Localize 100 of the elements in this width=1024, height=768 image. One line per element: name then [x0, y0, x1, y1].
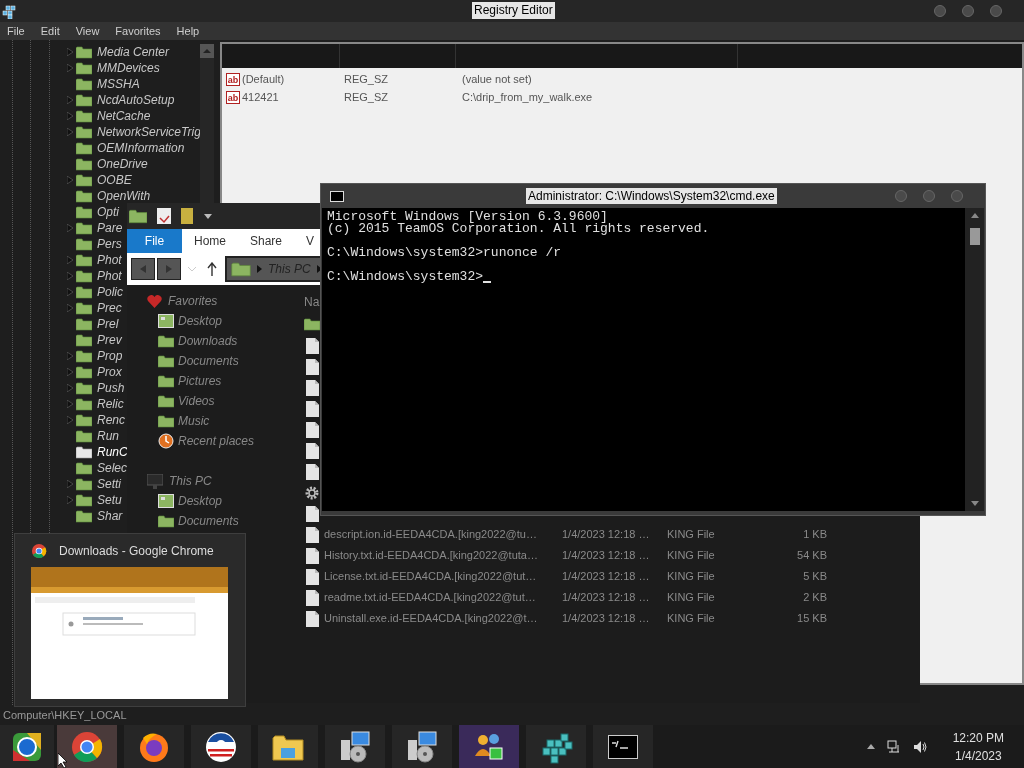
tree-item[interactable]: Pers	[97, 235, 122, 253]
window-control-button[interactable]	[962, 5, 974, 17]
menu-item[interactable]: File	[7, 22, 25, 40]
expand-arrow-icon[interactable]	[67, 416, 73, 424]
expand-arrow-icon[interactable]	[67, 480, 73, 488]
dropdown-icon[interactable]	[203, 212, 213, 220]
tree-item[interactable]: Shar	[97, 507, 123, 525]
tree-item[interactable]: OOBE	[97, 171, 132, 189]
nav-item[interactable]: Music	[178, 412, 210, 430]
file-name[interactable]: History.txt.id-EEDA4CDA.[king2022@tuta…	[324, 547, 562, 564]
tree-item[interactable]: Phot	[97, 251, 122, 269]
taskbar-button[interactable]	[325, 725, 385, 768]
menu-item[interactable]: Help	[176, 22, 200, 40]
menu-item[interactable]: View	[75, 22, 100, 40]
menu-item[interactable]: Edit	[40, 22, 60, 40]
window-control-button[interactable]	[934, 5, 946, 17]
tree-item[interactable]: NcdAutoSetup	[97, 91, 175, 109]
nav-item[interactable]: Desktop	[178, 492, 223, 510]
expand-arrow-icon[interactable]	[67, 128, 73, 136]
tree-item[interactable]: OEMInformation	[97, 139, 185, 157]
nav-item[interactable]: Desktop	[178, 312, 223, 330]
up-arrow-icon[interactable]	[207, 262, 217, 276]
tree-item[interactable]: RunC	[97, 443, 128, 461]
expand-arrow-icon[interactable]	[67, 64, 73, 72]
window-preview-popup[interactable]: Downloads - Google Chrome	[14, 533, 246, 707]
taskbar-button[interactable]	[459, 725, 519, 768]
clock[interactable]: 12:20 PM 1/4/2023	[952, 728, 1004, 765]
taskbar-button[interactable]	[526, 725, 586, 768]
file-name[interactable]: Uninstall.exe.id-EEDA4CDA.[king2022@t…	[324, 610, 562, 627]
expand-arrow-icon[interactable]	[67, 224, 73, 232]
column-header[interactable]: Na	[304, 292, 320, 311]
network-icon[interactable]	[886, 739, 901, 754]
scroll-up-icon[interactable]	[200, 44, 214, 58]
tree-item[interactable]: MMDevices	[97, 59, 160, 77]
taskbar-button[interactable]	[392, 725, 452, 768]
tree-item[interactable]: Opti	[97, 203, 119, 221]
expand-arrow-icon[interactable]	[67, 176, 73, 184]
properties-icon[interactable]	[157, 208, 171, 224]
scrollbar[interactable]	[965, 208, 984, 511]
window-control-button[interactable]	[895, 190, 907, 202]
tree-item[interactable]: Push	[97, 379, 125, 397]
nav-group[interactable]: This PC	[169, 472, 212, 490]
nav-item[interactable]: Pictures	[178, 372, 222, 390]
expand-arrow-icon[interactable]	[67, 272, 73, 280]
forward-button[interactable]	[157, 258, 181, 280]
taskbar-button[interactable]	[124, 725, 184, 768]
tree-item[interactable]: Media Center	[97, 43, 170, 61]
file-name[interactable]: License.txt.id-EEDA4CDA.[king2022@tut…	[324, 568, 562, 585]
taskbar-button[interactable]	[191, 725, 251, 768]
tree-item[interactable]: Pare	[97, 219, 123, 237]
expand-arrow-icon[interactable]	[67, 496, 73, 504]
tree-item[interactable]: Phot	[97, 267, 122, 285]
taskbar-button[interactable]	[258, 725, 318, 768]
expand-arrow-icon[interactable]	[67, 256, 73, 264]
expand-arrow-icon[interactable]	[67, 352, 73, 360]
nav-item[interactable]: Documents	[178, 512, 239, 530]
tree-item[interactable]: Renc	[97, 411, 125, 429]
expand-arrow-icon[interactable]	[67, 368, 73, 376]
nav-item[interactable]: Downloads	[178, 332, 238, 350]
menu-item[interactable]: Favorites	[115, 22, 161, 40]
tree-item[interactable]: Prop	[97, 347, 123, 365]
taskbar-button[interactable]	[57, 725, 117, 768]
tree-item[interactable]: Prev	[97, 331, 122, 349]
file-name[interactable]: readme.txt.id-EEDA4CDA.[king2022@tut…	[324, 589, 562, 606]
window-control-button[interactable]	[990, 5, 1002, 17]
tree-item[interactable]: Relic	[97, 395, 124, 413]
window-control-button[interactable]	[923, 190, 935, 202]
expand-arrow-icon[interactable]	[67, 48, 73, 56]
history-dropdown-icon[interactable]	[187, 266, 197, 272]
tree-item[interactable]: OpenWith	[97, 187, 151, 205]
tree-item[interactable]: Polic	[97, 283, 123, 301]
expand-arrow-icon[interactable]	[67, 400, 73, 408]
up-caret-icon[interactable]	[866, 744, 875, 749]
tree-item[interactable]: NetCache	[97, 107, 151, 125]
tree-item[interactable]: NetworkServiceTrig	[97, 123, 201, 141]
ribbon-tab[interactable]: Home	[182, 229, 238, 253]
tree-item[interactable]: MSSHA	[97, 75, 140, 93]
speaker-icon[interactable]	[912, 739, 927, 754]
tree-item[interactable]: Prec	[97, 299, 122, 317]
window-control-button[interactable]	[951, 190, 963, 202]
back-button[interactable]	[131, 258, 155, 280]
nav-item[interactable]: Documents	[178, 352, 239, 370]
nav-group[interactable]: Favorites	[168, 292, 218, 310]
taskbar-button[interactable]	[0, 725, 54, 768]
nav-item[interactable]: Recent places	[178, 432, 255, 450]
tree-item[interactable]: Prox	[97, 363, 122, 381]
expand-arrow-icon[interactable]	[67, 304, 73, 312]
tree-item[interactable]: Setu	[97, 491, 122, 509]
ribbon-tab[interactable]: Share	[238, 229, 295, 253]
file-name[interactable]: descript.ion.id-EEDA4CDA.[king2022@tu…	[324, 526, 562, 543]
tree-item[interactable]: OneDrive	[97, 155, 148, 173]
tree-item[interactable]: Run	[97, 427, 119, 445]
tree-item[interactable]: Selec	[97, 459, 128, 477]
taskbar-button[interactable]	[593, 725, 653, 768]
expand-arrow-icon[interactable]	[67, 96, 73, 104]
scroll-thumb[interactable]	[969, 228, 980, 245]
expand-arrow-icon[interactable]	[67, 384, 73, 392]
expand-arrow-icon[interactable]	[67, 288, 73, 296]
expand-arrow-icon[interactable]	[67, 112, 73, 120]
tree-item[interactable]: Prel	[97, 315, 119, 333]
